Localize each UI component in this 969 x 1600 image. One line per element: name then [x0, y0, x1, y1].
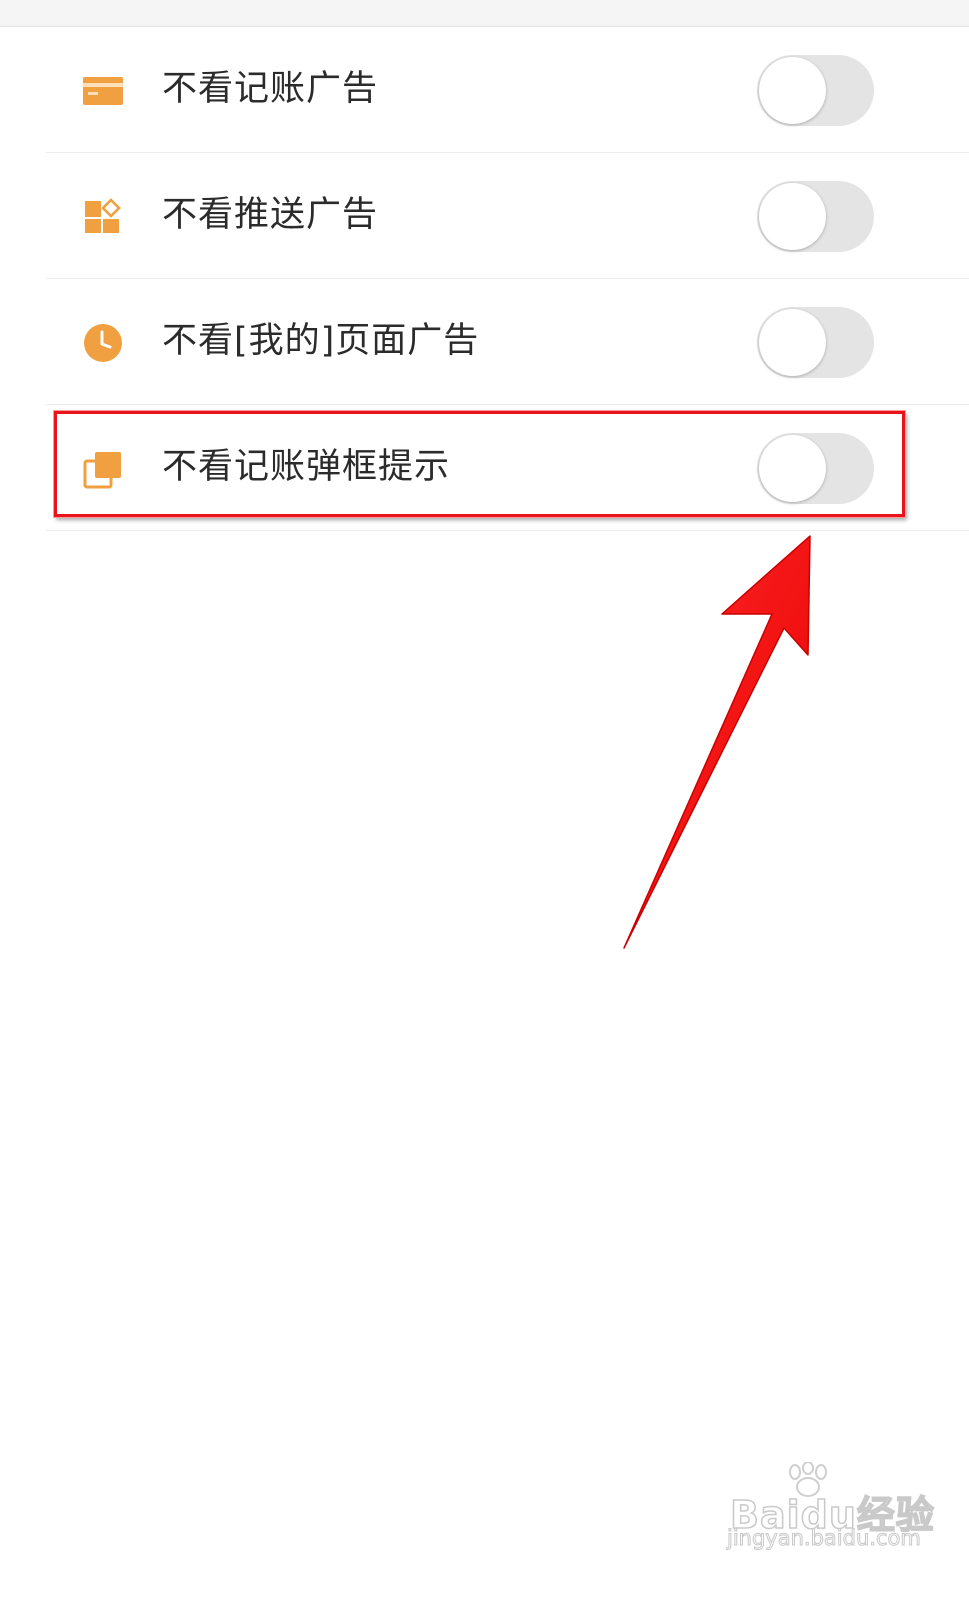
- toggle-knob: [759, 309, 826, 376]
- setting-label: 不看推送广告: [162, 195, 379, 235]
- clock-icon: [83, 323, 123, 363]
- no-bookkeeping-ads-toggle[interactable]: [757, 55, 874, 126]
- toggle-knob: [759, 435, 826, 502]
- settings-page: 不看记账广告 不看推送广告 不看[我的]页面广告 不看记账弹框提示 Baidu经…: [0, 0, 969, 1600]
- watermark-url-text: jingyan.baidu.com: [727, 1526, 922, 1551]
- setting-label: 不看[我的]页面广告: [162, 321, 480, 361]
- watermark-logo-text: Baidu经验: [729, 1492, 935, 1538]
- top-bar: [0, 0, 969, 27]
- setting-row-no-push-ads: 不看推送广告: [0, 153, 969, 279]
- no-bookkeeping-popups-toggle[interactable]: [757, 433, 874, 504]
- baidu-jingyan-watermark: Baidu经验 jingyan.baidu.com: [725, 1462, 935, 1562]
- setting-row-no-bookkeeping-ads: 不看记账广告: [0, 27, 969, 153]
- setting-row-no-mine-page-ads: 不看[我的]页面广告: [0, 279, 969, 405]
- card-icon: [83, 71, 123, 111]
- toggle-knob: [759, 57, 826, 124]
- no-push-ads-toggle[interactable]: [757, 181, 874, 252]
- paw-logo-icon: [789, 1462, 827, 1497]
- ad-settings-list: 不看记账广告 不看推送广告 不看[我的]页面广告 不看记账弹框提示: [0, 27, 969, 531]
- no-mine-page-ads-toggle[interactable]: [757, 307, 874, 378]
- widgets-icon: [83, 197, 123, 237]
- setting-row-no-bookkeeping-popups: 不看记账弹框提示: [0, 405, 969, 531]
- toggle-knob: [759, 183, 826, 250]
- popup-layers-icon: [83, 449, 123, 489]
- setting-label: 不看记账弹框提示: [162, 447, 451, 487]
- setting-label: 不看记账广告: [162, 69, 379, 109]
